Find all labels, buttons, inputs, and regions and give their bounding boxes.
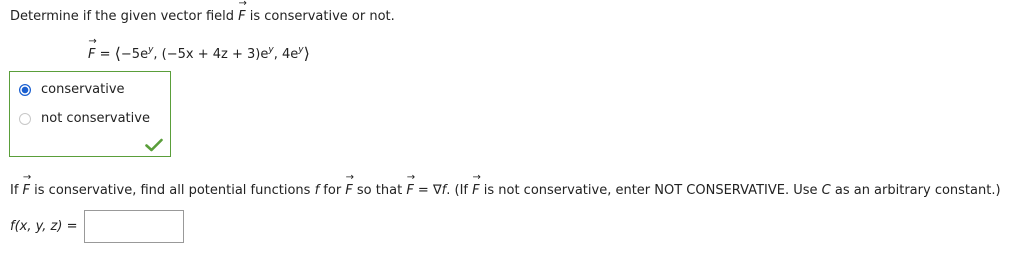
question-text: Determine if the given vector field → F i…	[10, 0, 395, 24]
vector-field-equation: → F = ⟨−5ey, (−5x + 4z + 3)ey, 4ey⟩	[88, 36, 310, 64]
instruction-part: is conservative, find all potential func…	[30, 183, 315, 198]
instruction-part: If	[10, 183, 23, 198]
vector-arrow-icon: →	[22, 172, 32, 183]
answer-row: f(x, y, z) =	[10, 210, 185, 243]
instruction-part: is not conservative, enter NOT CONSERVAT…	[479, 183, 822, 198]
component-1: −5e	[120, 47, 149, 62]
equation-lhs: → F	[88, 36, 97, 63]
vector-arrow-icon: →	[406, 172, 416, 183]
instruction-part: for	[319, 183, 346, 198]
checkmark-icon	[145, 138, 163, 152]
choice-label: not conservative	[41, 111, 150, 126]
radio-unselected-icon[interactable]	[19, 112, 31, 125]
question-prefix: Determine if the given vector field	[10, 9, 239, 24]
angle-close: ⟩	[303, 44, 310, 63]
vector-arrow-icon: →	[345, 172, 355, 183]
question-suffix: is conservative or not.	[245, 9, 395, 24]
separator: ,	[153, 47, 162, 62]
vector-f: → F	[22, 172, 32, 199]
separator: ,	[273, 47, 282, 62]
instruction-part: . (If	[446, 183, 473, 198]
answer-choices-box: conservative not conservative	[9, 71, 171, 157]
choice-conservative[interactable]: conservative	[19, 82, 125, 97]
component-2: (−5x + 4z + 3)e	[161, 47, 269, 62]
vector-f: → F	[238, 0, 247, 24]
choice-not-conservative[interactable]: not conservative	[19, 111, 150, 126]
component-3: 4e	[281, 47, 299, 62]
instruction-part: so that	[352, 183, 407, 198]
vector-f: → F	[345, 172, 355, 199]
potential-function-input[interactable]	[84, 210, 185, 243]
constant-c: C	[821, 183, 831, 198]
angle-open: ⟨	[114, 44, 121, 63]
vector-arrow-icon: →	[238, 0, 247, 9]
vector-f: → F	[406, 172, 416, 199]
equation-equals: =	[95, 47, 115, 62]
vector-arrow-icon: →	[472, 172, 481, 183]
question-page: Determine if the given vector field → F i…	[0, 0, 1021, 253]
choice-label: conservative	[41, 82, 125, 97]
answer-label: f(x, y, z) =	[10, 219, 78, 234]
vector-arrow-icon: →	[88, 36, 97, 47]
radio-selected-icon[interactable]	[19, 83, 31, 96]
instruction-text: If → F is conservative, find all potentia…	[10, 172, 1001, 199]
vector-f: → F	[472, 172, 481, 199]
instruction-part: as an arbitrary constant.)	[830, 183, 1001, 198]
instruction-part: = ∇	[413, 183, 442, 198]
component-3-exponent: y	[298, 45, 304, 55]
